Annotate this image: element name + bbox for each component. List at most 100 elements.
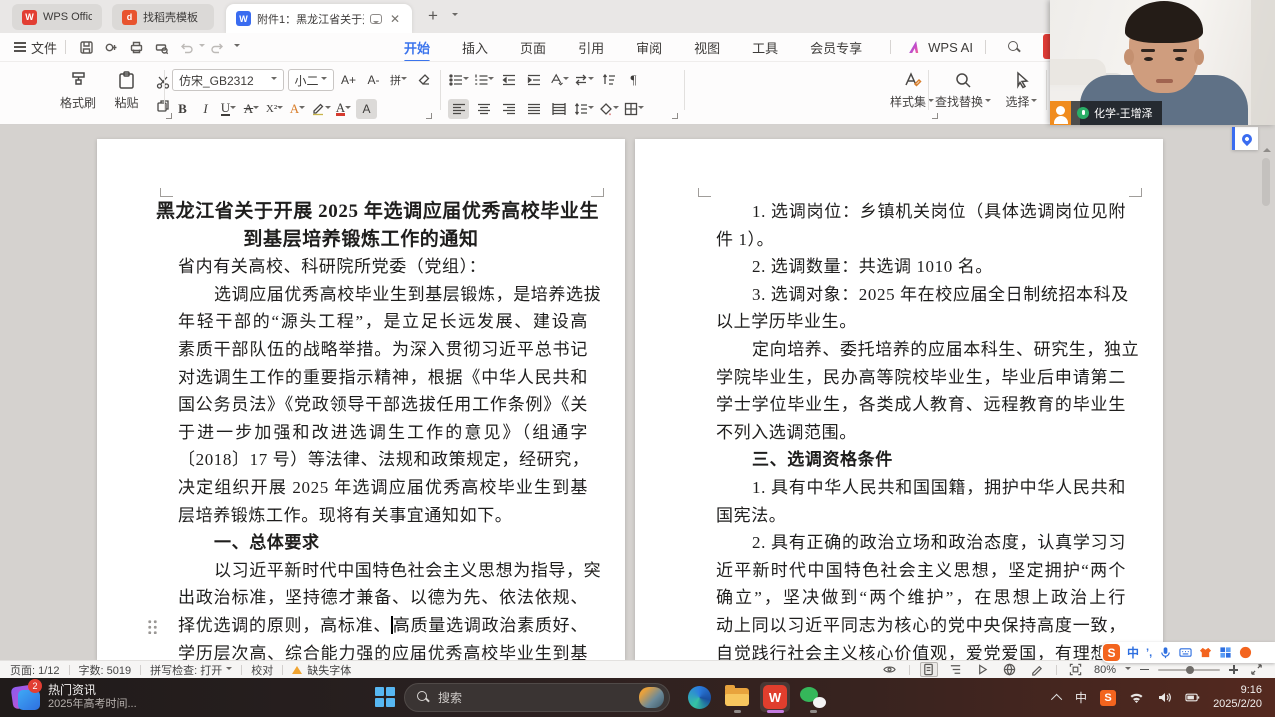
paragraph-drag-handle[interactable] <box>147 619 158 634</box>
font-name-select[interactable]: 仿宋_GB2312 <box>172 69 284 91</box>
ime-chinese-mode-icon[interactable]: 中 <box>1127 644 1139 661</box>
ime-more-icon[interactable] <box>1239 646 1252 659</box>
justify-button[interactable] <box>523 99 544 119</box>
edit-mode-icon[interactable] <box>1028 662 1046 677</box>
speaker-icon[interactable] <box>1157 690 1172 705</box>
tab-list-chevron-icon[interactable] <box>452 13 458 19</box>
print-preview-icon[interactable] <box>154 40 169 55</box>
align-right-button[interactable] <box>498 99 519 119</box>
line-spacing-button[interactable] <box>573 99 594 119</box>
highlight-pen-button[interactable] <box>310 99 331 119</box>
participant-avatar-button[interactable] <box>1050 101 1071 125</box>
ribbon-tab-页面[interactable]: 页面 <box>504 34 562 61</box>
start-button[interactable] <box>375 687 396 708</box>
zoom-out-button[interactable] <box>1140 669 1149 671</box>
text-direction-icon[interactable] <box>548 70 569 90</box>
word-count[interactable]: 字数: 5019 <box>79 662 132 678</box>
text-effect-button[interactable]: A <box>287 99 308 119</box>
align-left-button[interactable] <box>448 99 469 119</box>
ime-punctuation-icon[interactable]: ’, <box>1146 647 1152 659</box>
underline-button[interactable]: U <box>218 99 239 119</box>
zoom-slider-handle[interactable] <box>1186 666 1194 674</box>
italic-button[interactable]: I <box>195 99 216 119</box>
tray-overflow-icon[interactable] <box>1051 693 1062 704</box>
page-text[interactable]: 黑龙江省关于开展 2025 年选调应届优秀高校毕业生到基层培养锻炼工作的通知省内… <box>97 139 625 660</box>
wifi-icon[interactable] <box>1129 690 1144 705</box>
ribbon-tab-开始[interactable]: 开始 <box>388 34 446 61</box>
sogou-ime-toolbar[interactable]: S 中 ’, <box>1100 642 1275 663</box>
ime-toolbox-icon[interactable] <box>1219 646 1232 659</box>
tray-ime-indicator[interactable]: 中 <box>1075 689 1087 706</box>
decrease-font-icon[interactable]: A- <box>363 70 384 90</box>
show-paragraph-marks-icon[interactable]: ¶ <box>623 70 644 90</box>
ribbon-tab-插入[interactable]: 插入 <box>446 34 504 61</box>
ribbon-tab-视图[interactable]: 视图 <box>678 34 736 61</box>
zoom-slider[interactable] <box>1158 669 1220 671</box>
zoom-chevron-icon[interactable] <box>1125 667 1131 673</box>
save-icon[interactable] <box>79 40 94 55</box>
location-pin-button[interactable] <box>1232 127 1258 150</box>
vertical-scrollbar[interactable] <box>1262 158 1270 238</box>
redo-icon[interactable] <box>210 40 225 55</box>
video-call-overlay[interactable]: 化学-王增泽 <box>1050 0 1275 125</box>
font-dialog-launcher-icon[interactable] <box>426 113 432 119</box>
taskbar-wps-button[interactable]: W <box>760 682 790 712</box>
distribute-button[interactable] <box>548 99 569 119</box>
undo-icon[interactable] <box>179 40 194 55</box>
paragraph-shading-button[interactable] <box>598 99 619 119</box>
tab-active-document[interactable]: W 附件1：黑龙江省关于开展202 ✕ <box>226 4 412 33</box>
sort-icon[interactable] <box>598 70 619 90</box>
scrollbar-thumb[interactable] <box>1262 158 1270 206</box>
paragraph-dialog-launcher-icon[interactable] <box>672 113 678 119</box>
quick-access-more-icon[interactable] <box>234 44 240 50</box>
char-shading-button[interactable]: A <box>356 99 377 119</box>
numbered-list-button[interactable] <box>473 70 494 90</box>
document-page-2[interactable]: 1. 选调岗位：乡镇机关岗位（具体选调岗位见附件 1）。2. 选调数量：共选调 … <box>635 139 1163 660</box>
ribbon-tab-审阅[interactable]: 审阅 <box>620 34 678 61</box>
missing-font-notice[interactable]: 缺失字体 <box>307 662 351 678</box>
align-center-button[interactable] <box>473 99 494 119</box>
spellcheck-status[interactable]: 拼写检查: 打开 <box>150 662 222 678</box>
proofread-button[interactable]: 校对 <box>251 662 273 678</box>
scroll-up-icon[interactable] <box>1263 144 1271 152</box>
font-size-select[interactable]: 小二 <box>288 69 335 91</box>
zoom-in-button[interactable] <box>1229 665 1238 674</box>
spellcheck-chevron-icon[interactable] <box>226 667 232 673</box>
taskbar-wechat-button[interactable] <box>798 682 828 712</box>
web-view-icon[interactable] <box>1001 662 1019 677</box>
tray-sogou-icon[interactable]: S <box>1100 690 1116 706</box>
document-canvas[interactable]: 黑龙江省关于开展 2025 年选调应届优秀高校毕业生到基层培养锻炼工作的通知省内… <box>0 126 1275 660</box>
format-painter-button[interactable]: 格式刷 <box>56 67 100 111</box>
zoom-level[interactable]: 80% <box>1094 664 1116 676</box>
superscript-button[interactable]: X² <box>264 99 285 119</box>
fullscreen-icon[interactable] <box>1247 662 1265 677</box>
page-text[interactable]: 1. 选调岗位：乡镇机关岗位（具体选调岗位见附件 1）。2. 选调数量：共选调 … <box>635 139 1163 660</box>
decrease-indent-icon[interactable] <box>498 70 519 90</box>
document-page-1[interactable]: 黑龙江省关于开展 2025 年选调应届优秀高校毕业生到基层培养锻炼工作的通知省内… <box>97 139 625 660</box>
tab-wps-home[interactable]: W WPS Office <box>12 4 102 30</box>
search-icon[interactable] <box>1008 41 1021 54</box>
clipboard-dialog-launcher-icon[interactable] <box>166 113 172 119</box>
borders-button[interactable] <box>623 99 644 119</box>
outline-view-icon[interactable] <box>947 662 965 677</box>
font-color-button[interactable]: A <box>333 99 354 119</box>
eye-protection-icon[interactable] <box>881 662 899 677</box>
pinyin-guide-icon[interactable]: 拼 <box>388 70 409 90</box>
print-icon[interactable] <box>129 40 144 55</box>
paste-button[interactable]: 粘贴 <box>104 67 148 111</box>
tab-docer-templates[interactable]: d 找稻壳模板 <box>112 4 214 30</box>
increase-indent-icon[interactable] <box>523 70 544 90</box>
widgets-button[interactable]: 2 热门资讯 2025年高考时间... <box>10 682 137 712</box>
taskbar-explorer-button[interactable] <box>722 682 752 712</box>
ribbon-tab-引用[interactable]: 引用 <box>562 34 620 61</box>
increase-font-icon[interactable]: A+ <box>338 70 359 90</box>
taskbar-search-box[interactable]: 搜索 <box>404 683 670 712</box>
ime-skin-icon[interactable] <box>1199 646 1212 659</box>
comment-bubble-icon[interactable] <box>370 14 382 24</box>
taskbar-edge-button[interactable] <box>684 682 714 712</box>
clear-format-eraser-icon[interactable] <box>413 70 434 90</box>
sogou-logo-icon[interactable]: S <box>1103 644 1120 661</box>
ime-keyboard-icon[interactable] <box>1179 646 1192 659</box>
battery-icon[interactable] <box>1185 690 1200 705</box>
search-daily-image[interactable] <box>639 687 664 708</box>
